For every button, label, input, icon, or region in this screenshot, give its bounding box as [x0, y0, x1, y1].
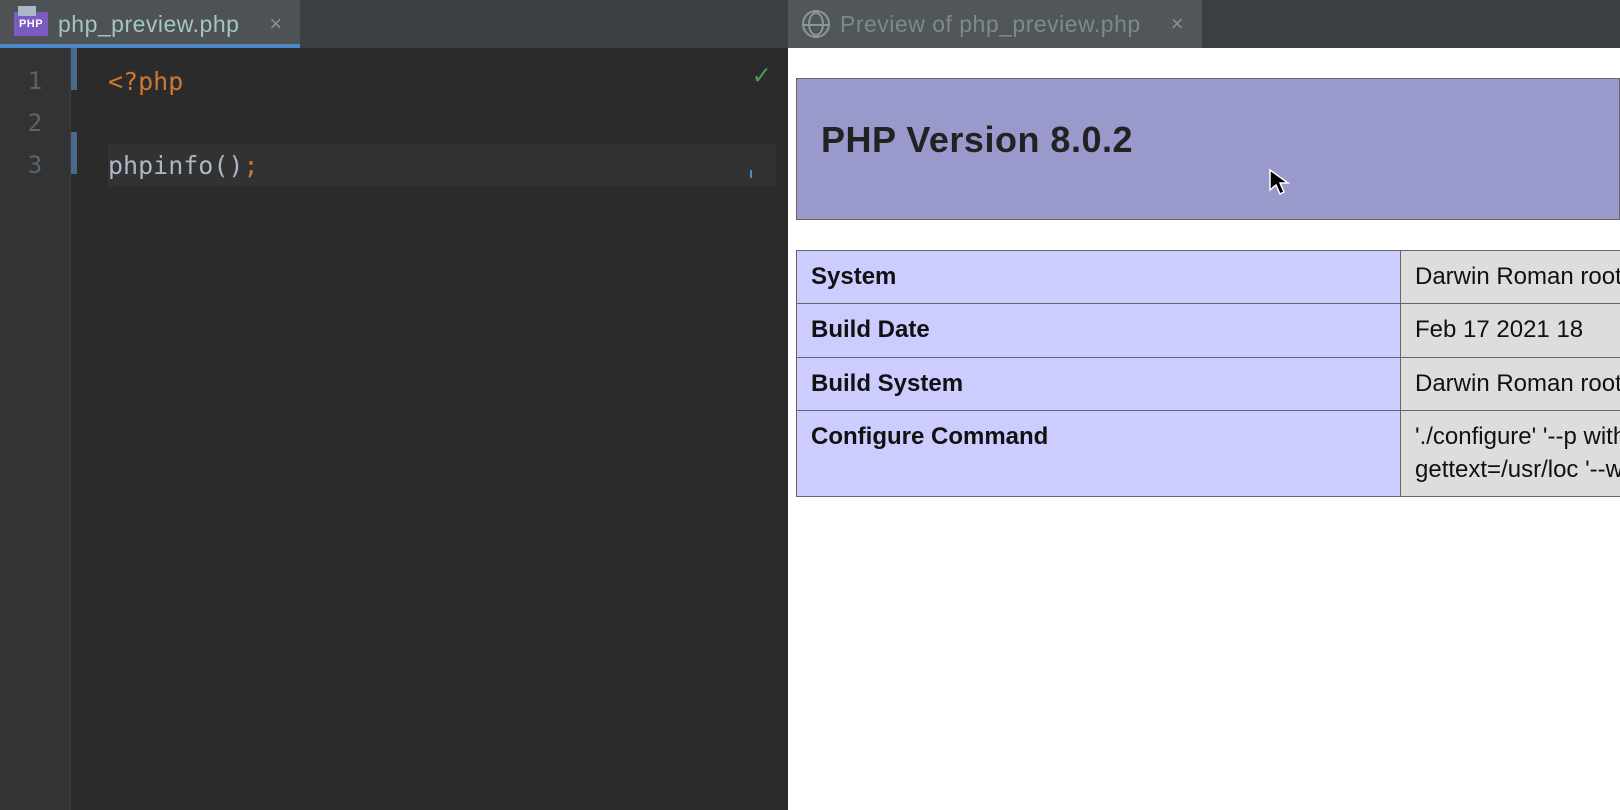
table-key: Build Date: [797, 304, 1401, 357]
semicolon: ;: [243, 151, 258, 180]
caret-indicator: [750, 170, 752, 178]
php-file-icon: PHP: [14, 12, 48, 36]
close-icon[interactable]: ×: [1171, 11, 1184, 37]
line-number: 3: [0, 144, 70, 186]
close-icon[interactable]: ×: [269, 11, 282, 37]
table-value: Darwin Roman root:xnu-4570.: [1401, 357, 1620, 410]
table-row: Configure Command'./configure' '--p with…: [797, 411, 1620, 497]
table-value: Darwin Roman root:xnu-4570.: [1401, 251, 1620, 304]
code-line[interactable]: phpinfo();: [108, 144, 776, 186]
preview-tab[interactable]: Preview of php_preview.php ×: [788, 0, 1202, 48]
editor-tab[interactable]: PHP php_preview.php ×: [0, 0, 300, 48]
editor-tab-bar: PHP php_preview.php ×: [0, 0, 788, 48]
code-line[interactable]: <?php: [108, 60, 776, 102]
line-number: 1: [0, 60, 70, 102]
phpinfo-header: PHP Version 8.0.2: [796, 78, 1620, 220]
parens: (): [213, 151, 243, 180]
editor-pane: PHP php_preview.php × 1 2 3 <?php phpinf…: [0, 0, 788, 810]
fn-name: phpinfo: [108, 151, 213, 180]
phpinfo-title: PHP Version 8.0.2: [821, 119, 1595, 161]
editor-body[interactable]: 1 2 3 <?php phpinfo(); ✓: [0, 48, 788, 810]
table-value: './configure' '--p with-config-file- pea…: [1401, 411, 1620, 497]
code-line[interactable]: [108, 102, 776, 144]
php-open-tag: <?php: [108, 67, 183, 96]
php-badge-text: PHP: [19, 18, 43, 30]
preview-body[interactable]: PHP Version 8.0.2 SystemDarwin Roman roo…: [788, 48, 1620, 810]
change-marker: [71, 132, 77, 174]
phpinfo-tbody: SystemDarwin Roman root:xnu-4570.Build D…: [797, 251, 1620, 497]
table-value: Feb 17 2021 18: [1401, 304, 1620, 357]
table-key: Build System: [797, 357, 1401, 410]
table-row: Build SystemDarwin Roman root:xnu-4570.: [797, 357, 1620, 410]
table-row: SystemDarwin Roman root:xnu-4570.: [797, 251, 1620, 304]
globe-icon: [802, 10, 830, 38]
line-number: 2: [0, 102, 70, 144]
inspection-ok-icon[interactable]: ✓: [753, 58, 770, 91]
phpinfo-table: SystemDarwin Roman root:xnu-4570.Build D…: [796, 250, 1620, 497]
table-key: Configure Command: [797, 411, 1401, 497]
preview-pane: Preview of php_preview.php × PHP Version…: [788, 0, 1620, 810]
table-row: Build DateFeb 17 2021 18: [797, 304, 1620, 357]
code-area[interactable]: <?php phpinfo(); ✓: [90, 48, 788, 810]
preview-tab-bar: Preview of php_preview.php ×: [788, 0, 1620, 48]
table-key: System: [797, 251, 1401, 304]
preview-tab-label: Preview of php_preview.php: [840, 11, 1141, 38]
gutter-edge: [70, 48, 90, 810]
editor-tab-label: php_preview.php: [58, 11, 239, 38]
editor-gutter: 1 2 3: [0, 48, 70, 810]
change-marker: [71, 48, 77, 90]
